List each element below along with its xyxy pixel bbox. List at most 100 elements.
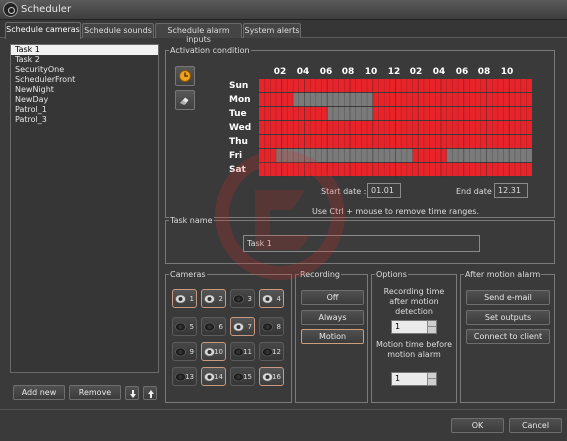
hour-label: 10 [364, 67, 378, 77]
tab-schedule-cameras[interactable]: Schedule cameras [5, 22, 81, 39]
camera-icon [175, 294, 186, 304]
camera-number: 1 [189, 295, 194, 303]
camera-number: 13 [185, 373, 194, 381]
recording-time-spinner[interactable]: 1 [391, 320, 437, 334]
hour-label: 08 [341, 67, 355, 77]
options-label: Options [375, 270, 408, 279]
hour-label: 10 [500, 67, 514, 77]
day-label: Thu [229, 137, 248, 147]
camera-number: 11 [243, 348, 252, 356]
camera-button-15[interactable]: 15 [230, 367, 255, 386]
cancel-button[interactable]: Cancel [509, 418, 562, 433]
recording-time-value: 1 [395, 322, 401, 331]
camera-button-14[interactable]: 14 [201, 367, 226, 386]
camera-button-8[interactable]: 8 [259, 317, 284, 336]
task-list-item[interactable]: NewNight [11, 85, 158, 95]
camera-icon [175, 347, 186, 357]
camera-button-10[interactable]: 10 [201, 342, 226, 361]
camera-button-3[interactable]: 3 [230, 289, 255, 308]
activation-condition-label: Activation condition [169, 46, 251, 55]
ok-button[interactable]: OK [451, 418, 504, 433]
camera-number: 10 [214, 348, 223, 356]
motion-time-label: Motion time before motion alarm [375, 340, 453, 359]
camera-number: 12 [272, 348, 281, 356]
end-date-field[interactable]: 12.31 [494, 183, 528, 198]
hour-label: 02 [409, 67, 423, 77]
tab-schedule-alarm-inputs[interactable]: Schedule alarm inputs [155, 23, 242, 44]
camera-number: 5 [189, 323, 194, 331]
recording-label: Recording [299, 270, 342, 279]
camera-button-13[interactable]: 13 [172, 367, 197, 386]
camera-button-7[interactable]: 7 [230, 317, 255, 336]
camera-button-9[interactable]: 9 [172, 342, 197, 361]
day-label: Mon [229, 95, 251, 105]
time-range-hint: Use Ctrl + mouse to remove time ranges. [312, 207, 479, 216]
add-new-button[interactable]: Add new [13, 385, 65, 400]
hour-label: 04 [296, 67, 310, 77]
camera-icon [262, 322, 273, 332]
camera-button-11[interactable]: 11 [230, 342, 255, 361]
camera-button-5[interactable]: 5 [172, 317, 197, 336]
task-list-item[interactable]: SecurityOne [11, 65, 158, 75]
after-motion-alarm-label: After motion alarm [464, 270, 542, 279]
camera-button-12[interactable]: 12 [259, 342, 284, 361]
connect-to-client-button[interactable]: Connect to client [466, 329, 550, 344]
motion-time-spinner[interactable]: 1 [391, 372, 437, 386]
camera-button-6[interactable]: 6 [201, 317, 226, 336]
hour-label: 02 [273, 67, 287, 77]
camera-icon [233, 294, 244, 304]
day-label: Fri [229, 151, 243, 161]
camera-button-1[interactable]: 1 [172, 289, 197, 308]
schedule-clock-button[interactable] [175, 66, 195, 86]
schedule-grid[interactable] [259, 79, 532, 177]
start-date-field[interactable]: 01.01 [367, 183, 401, 198]
recording-time-label: Recording time after motion detection [383, 287, 445, 316]
move-down-button[interactable] [125, 386, 139, 400]
hour-label: 06 [455, 67, 469, 77]
arrow-down-icon [130, 390, 136, 398]
tab-bar: Schedule cameras Schedule sounds Schedul… [0, 20, 567, 44]
clock-icon [179, 70, 191, 82]
window-title: Scheduler [21, 4, 72, 15]
cameras-label: Cameras [169, 270, 207, 279]
hour-label: 08 [477, 67, 491, 77]
start-date-label: Start date : [321, 187, 367, 196]
remove-button[interactable]: Remove [69, 385, 121, 400]
task-list-item[interactable]: Patrol_3 [11, 115, 158, 125]
spin-down-icon[interactable] [427, 379, 436, 385]
task-list-item[interactable]: NewDay [11, 95, 158, 105]
motion-time-value: 1 [395, 374, 401, 383]
camera-icon [262, 294, 273, 304]
task-list-item[interactable]: Task 1 [11, 45, 158, 55]
clear-schedule-button[interactable] [175, 90, 195, 110]
recording-motion-button[interactable]: Motion [301, 329, 364, 344]
task-list-item[interactable]: Patrol_1 [11, 105, 158, 115]
camera-button-4[interactable]: 4 [259, 289, 284, 308]
task-list[interactable]: Task 1 Task 2 SecurityOne SchedulerFront… [10, 44, 159, 373]
camera-number: 3 [247, 295, 252, 303]
camera-number: 16 [272, 373, 281, 381]
camera-icon [204, 322, 215, 332]
recording-always-button[interactable]: Always [301, 310, 364, 325]
tab-schedule-sounds[interactable]: Schedule sounds [82, 23, 154, 38]
camera-number: 8 [276, 323, 281, 331]
camera-number: 15 [243, 373, 252, 381]
move-up-button[interactable] [143, 386, 157, 400]
task-list-item[interactable]: Task 2 [11, 55, 158, 65]
set-outputs-button[interactable]: Set outputs [466, 310, 550, 325]
camera-button-16[interactable]: 16 [259, 367, 284, 386]
camera-button-2[interactable]: 2 [201, 289, 226, 308]
task-name-input[interactable]: Task 1 [243, 235, 480, 252]
tab-system-alerts[interactable]: System alerts [243, 23, 301, 38]
spin-down-icon[interactable] [427, 327, 436, 333]
send-email-button[interactable]: Send e-mail [466, 290, 550, 305]
hour-label: 06 [319, 67, 333, 77]
active-time-range[interactable] [259, 149, 277, 162]
task-list-item[interactable]: SchedulerFront [11, 75, 158, 85]
camera-icon [233, 322, 244, 332]
recording-off-button[interactable]: Off [301, 290, 364, 305]
camera-number: 9 [189, 348, 194, 356]
hour-label: 12 [387, 67, 401, 77]
end-date-label: End date : [456, 187, 498, 196]
arrow-up-icon [148, 390, 154, 398]
